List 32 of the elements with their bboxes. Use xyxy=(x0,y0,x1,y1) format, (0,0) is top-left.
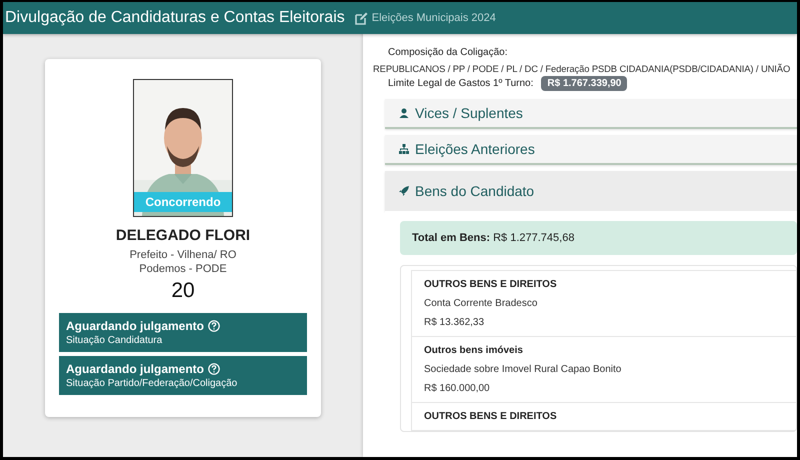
status-badge: Concorrendo xyxy=(134,192,232,212)
total-assets: Total em Bens: R$ 1.277.745,68 xyxy=(400,221,797,255)
situation-status: Aguardando julgamento xyxy=(66,362,204,376)
user-icon xyxy=(399,108,409,118)
asset-value: R$ 160.000,00 xyxy=(424,383,491,394)
situation-label: Situação Candidatura xyxy=(66,335,164,346)
sitemap-icon xyxy=(399,144,409,154)
field-label: Composição da Coligação: xyxy=(388,46,508,58)
election-name: Eleições Municipais 2024 xyxy=(372,12,496,24)
asset-type: OUTROS BENS E DIREITOS xyxy=(424,411,558,422)
asset-description: Conta Corrente Bradesco xyxy=(424,298,538,309)
asset-type: Outros bens imóveis xyxy=(424,345,524,356)
field-label: Limite Legal de Gastos 1º Turno: xyxy=(388,78,534,89)
asset-type: OUTROS BENS E DIREITOS xyxy=(424,279,558,290)
accordion-header[interactable]: Bens do Candidato xyxy=(385,171,797,211)
accordion-header[interactable]: Vices / Suplentes xyxy=(385,99,797,129)
help-icon[interactable] xyxy=(208,363,220,375)
situation-status: Aguardando julgamento xyxy=(66,319,204,333)
candidate-office: Prefeito - Vilhena/ RO xyxy=(130,248,236,262)
candidate-number: 20 xyxy=(171,279,195,303)
situation-label: Situação Partido/Federação/Coligação xyxy=(66,378,238,389)
coalition-parties: REPUBLICANOS / PP / PODE / PL / DC / Federação PSDB CIDADANIA(PSDB/CIDADANIA) / UNIÃO xyxy=(373,62,790,74)
edit-icon xyxy=(354,12,368,24)
asset-value: R$ 13.362,33 xyxy=(424,317,486,328)
rocket-icon xyxy=(399,186,409,196)
accordion-header[interactable]: Eleições Anteriores xyxy=(385,135,797,165)
candidate-party: Podemos - PODE xyxy=(138,262,228,276)
app-title: Divulgação de Candidaturas e Contas Eleitorais xyxy=(5,9,345,27)
amount-badge: R$ 1.767.339,90 xyxy=(541,76,628,91)
asset-description: Sociedade sobre Imovel Rural Capao Bonito xyxy=(424,364,622,375)
candidate-name: DELEGADO FLORI xyxy=(116,227,250,244)
help-icon[interactable] xyxy=(208,320,220,332)
